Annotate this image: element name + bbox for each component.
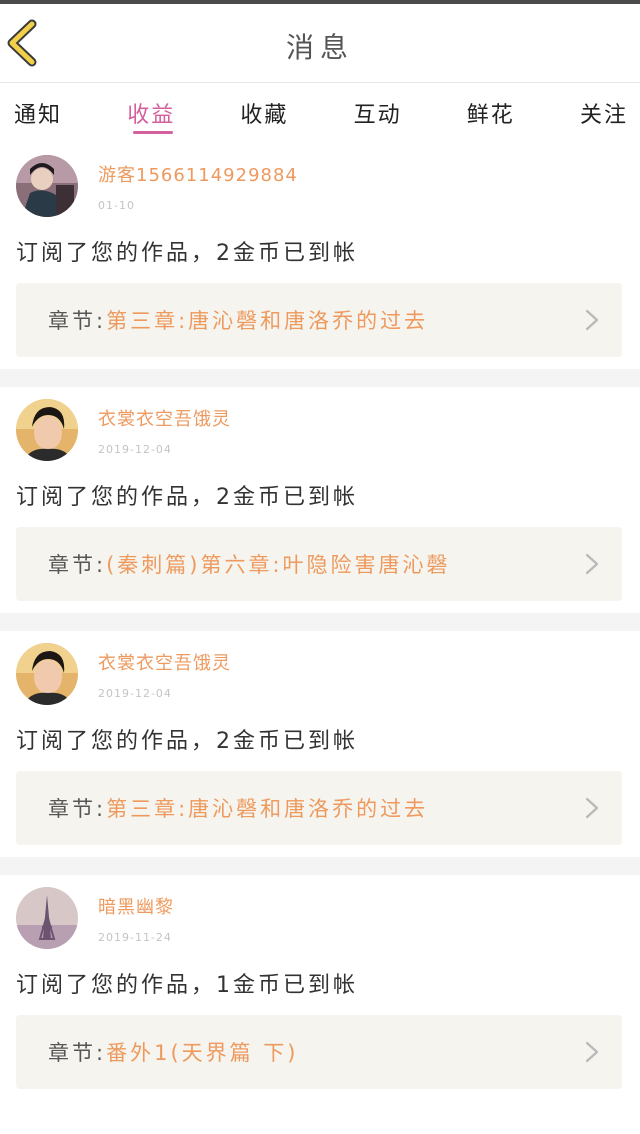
chevron-right-icon — [585, 309, 599, 331]
chevron-right-icon — [585, 553, 599, 575]
tab-earnings[interactable]: 收益 — [127, 83, 175, 143]
tab-notifications[interactable]: 通知 — [14, 83, 62, 143]
message-date: 01-10 — [98, 199, 135, 212]
tab-bar: 通知 收益 收藏 互动 鲜花 关注 — [0, 83, 640, 143]
message-text: 订阅了您的作品，2金币已到帐 — [16, 729, 358, 754]
tab-favorites[interactable]: 收藏 — [240, 83, 288, 143]
chapter-title: 第三章:唐沁磬和唐洛乔的过去 — [106, 797, 429, 821]
message-card: 衣裳衣空吾饿灵 2019-12-04 订阅了您的作品，2金币已到帐 章节: 第三… — [0, 631, 640, 857]
chapter-link[interactable]: 章节: 第三章:唐沁磬和唐洛乔的过去 — [16, 771, 622, 845]
avatar[interactable] — [16, 399, 78, 461]
message-list: 游客1566114929884 01-10 订阅了您的作品，2金币已到帐 章节:… — [0, 143, 640, 1101]
message-card: 游客1566114929884 01-10 订阅了您的作品，2金币已到帐 章节:… — [0, 143, 640, 369]
message-date: 2019-11-24 — [98, 931, 172, 944]
chapter-title: 第三章:唐沁磬和唐洛乔的过去 — [106, 309, 429, 333]
chapter-prefix: 章节: — [48, 309, 107, 333]
chapter-link[interactable]: 章节: 第三章:唐沁磬和唐洛乔的过去 — [16, 283, 622, 357]
avatar[interactable] — [16, 643, 78, 705]
chapter-prefix: 章节: — [48, 553, 107, 577]
chapter-title: 番外1(天界篇 下) — [106, 1041, 299, 1065]
message-date: 2019-12-04 — [98, 687, 172, 700]
chevron-right-icon — [585, 797, 599, 819]
message-text: 订阅了您的作品，1金币已到帐 — [16, 973, 358, 998]
message-header: 衣裳衣空吾饿灵 2019-12-04 — [16, 643, 622, 705]
chapter-link[interactable]: 章节: 番外1(天界篇 下) — [16, 1015, 622, 1089]
chapter-link[interactable]: 章节: (秦刺篇)第六章:叶隐险害唐沁磬 — [16, 527, 622, 601]
tab-following[interactable]: 关注 — [580, 83, 628, 143]
message-date: 2019-12-04 — [98, 443, 172, 456]
tab-flowers[interactable]: 鲜花 — [467, 83, 515, 143]
chapter-title: (秦刺篇)第六章:叶隐险害唐沁磬 — [106, 553, 451, 577]
message-card: 暗黑幽黎 2019-11-24 订阅了您的作品，1金币已到帐 章节: 番外1(天… — [0, 875, 640, 1101]
message-card: 衣裳衣空吾饿灵 2019-12-04 订阅了您的作品，2金币已到帐 章节: (秦… — [0, 387, 640, 613]
message-text: 订阅了您的作品，2金币已到帐 — [16, 241, 358, 266]
chevron-right-icon — [585, 1041, 599, 1063]
page-title: 消息 — [285, 31, 354, 64]
avatar[interactable] — [16, 887, 78, 949]
user-name[interactable]: 暗黑幽黎 — [98, 893, 174, 919]
message-header: 暗黑幽黎 2019-11-24 — [16, 887, 622, 949]
tab-interactions[interactable]: 互动 — [354, 83, 402, 143]
message-header: 衣裳衣空吾饿灵 2019-12-04 — [16, 399, 622, 461]
chapter-prefix: 章节: — [48, 1041, 107, 1065]
message-header: 游客1566114929884 01-10 — [16, 155, 622, 217]
user-name[interactable]: 衣裳衣空吾饿灵 — [98, 405, 231, 431]
top-bar: 消息 — [0, 4, 640, 83]
chapter-prefix: 章节: — [48, 797, 107, 821]
user-name[interactable]: 游客1566114929884 — [98, 161, 298, 187]
message-text: 订阅了您的作品，2金币已到帐 — [16, 485, 358, 510]
user-name[interactable]: 衣裳衣空吾饿灵 — [98, 649, 231, 675]
avatar[interactable] — [16, 155, 78, 217]
